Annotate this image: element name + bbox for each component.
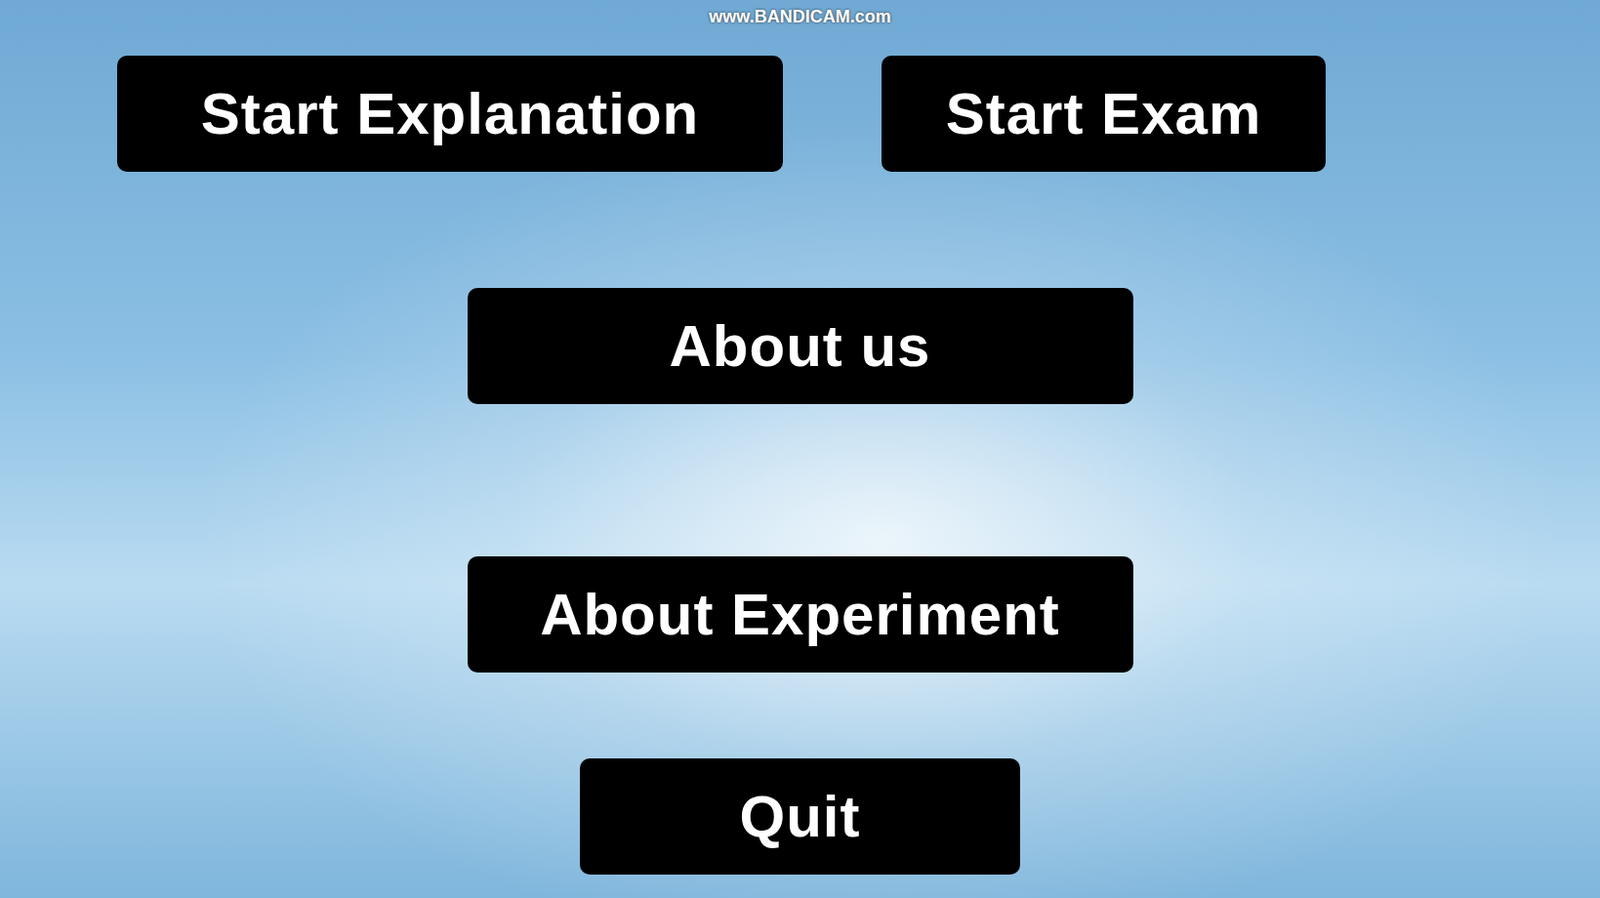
quit-row: Quit bbox=[0, 758, 1600, 875]
menu-button[interactable]: About Experiment bbox=[467, 556, 1134, 673]
top-row: Start Explanation Start Exam bbox=[0, 55, 1600, 172]
menu-button[interactable]: Start Explanation bbox=[117, 55, 783, 172]
about-experiment-row: About Experiment bbox=[0, 556, 1600, 673]
menu: Start Explanation Start Exam About us About… bbox=[0, 0, 1600, 875]
menu-button[interactable]: Quit bbox=[579, 758, 1021, 875]
main-menu-screen: www.BANDICAM.comStart ExplanationStart E… bbox=[0, 0, 1600, 898]
menu-button[interactable]: About us bbox=[467, 287, 1134, 405]
menu-button[interactable]: Start Exam bbox=[881, 55, 1326, 172]
recorder-watermark: www.BANDICAM.com bbox=[0, 3, 1600, 31]
about-us-row: About us bbox=[0, 287, 1600, 405]
